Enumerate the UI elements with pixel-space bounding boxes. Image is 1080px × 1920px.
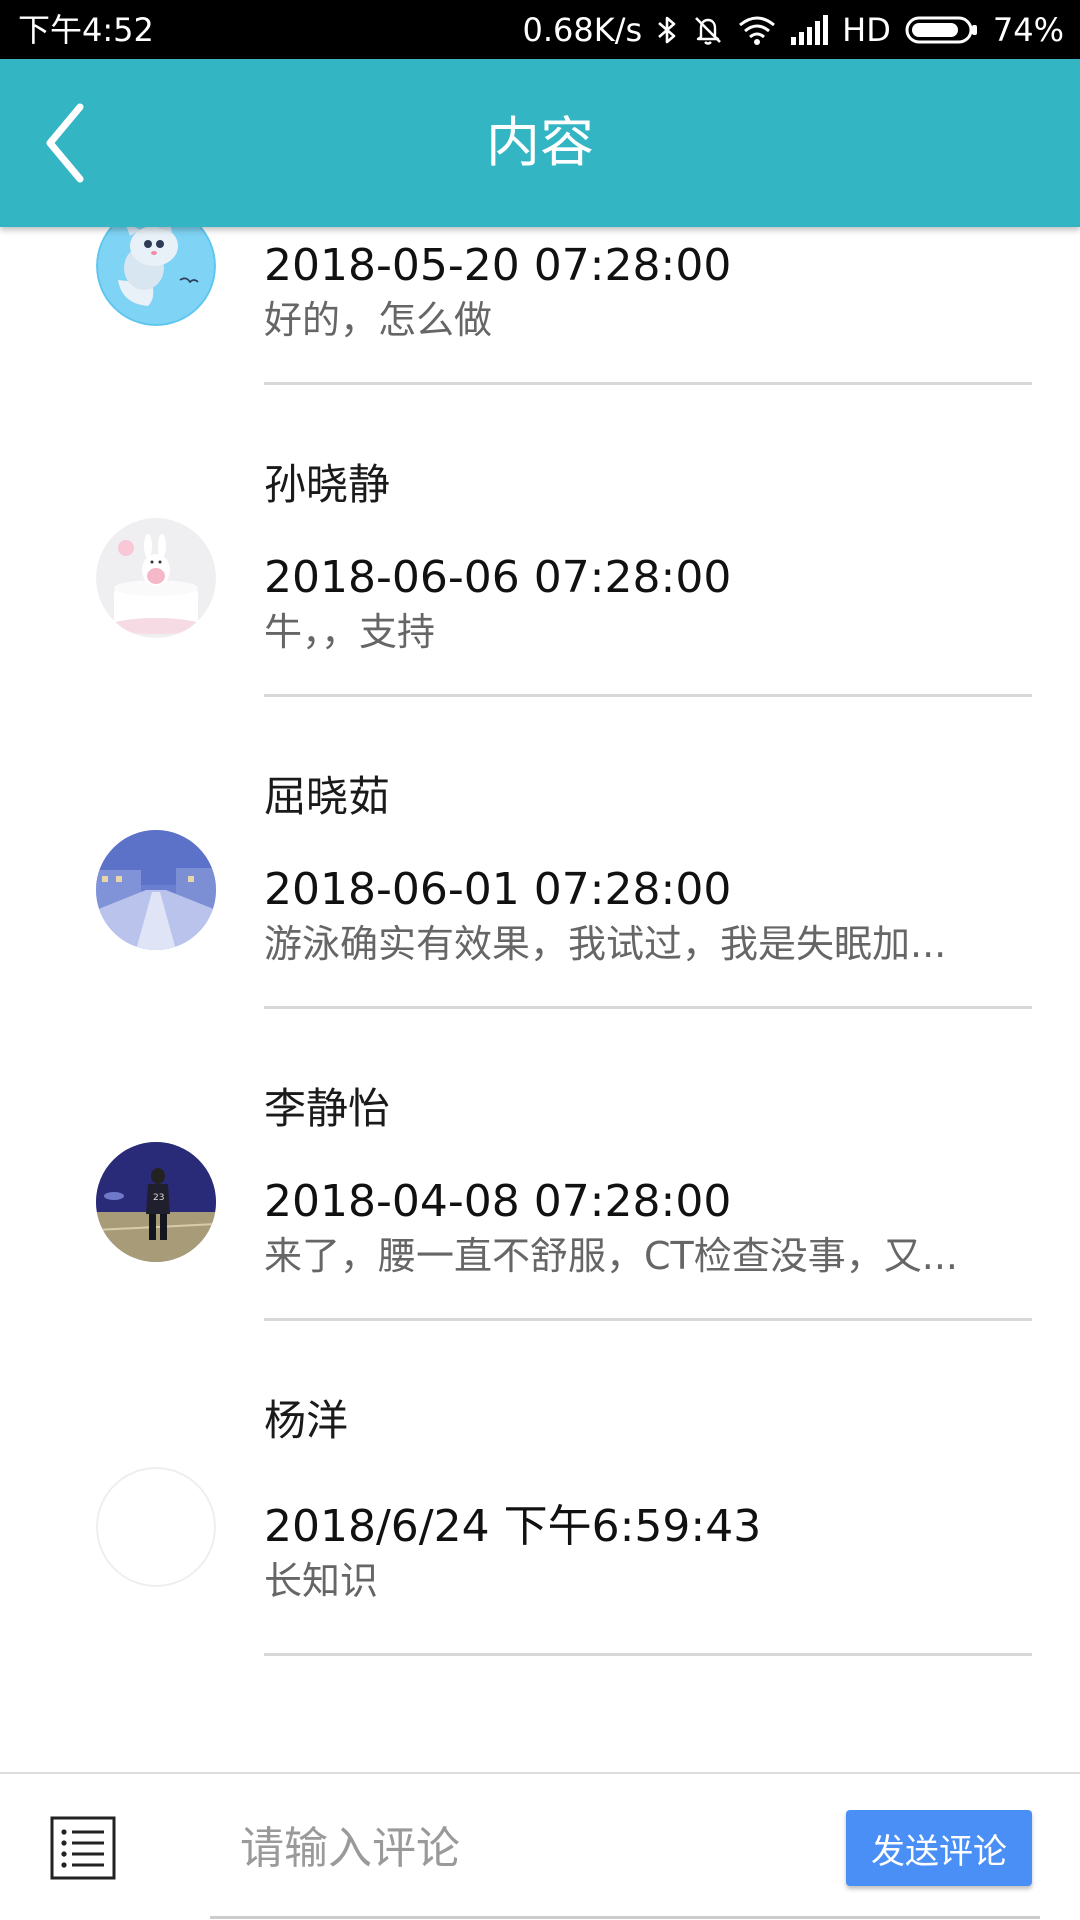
blank-avatar[interactable] <box>96 1467 216 1587</box>
input-underline <box>210 1916 1040 1919</box>
comment-input-bar: 发送评论 <box>0 1772 1080 1920</box>
cartoon-cat-avatar[interactable] <box>96 227 216 326</box>
comment-time: 2018-04-08 07:28:00 <box>264 1176 732 1227</box>
comment-author: 杨洋 <box>264 1396 349 1445</box>
comment-item[interactable]: 于福 2018-05-20 07:28:00 好的，怎么做 <box>0 227 1080 457</box>
comment-text: 好的，怎么做 <box>264 298 493 342</box>
status-indicators: 0.68K/s HD 74% <box>522 10 1064 50</box>
battery-level: 74% <box>992 11 1064 49</box>
battery-icon <box>905 15 979 45</box>
divider <box>264 1653 1032 1656</box>
comment-text: 游泳确实有效果，我试过，我是失眠加... <box>264 922 947 966</box>
divider <box>264 1006 1032 1009</box>
signal-icon <box>790 15 829 45</box>
comment-text: 长知识 <box>264 1559 379 1603</box>
comment-item[interactable]: 杨洋 2018/6/24 下午6:59:43 长知识 <box>0 1393 1080 1705</box>
svg-text:23: 23 <box>153 1193 164 1203</box>
comment-item[interactable]: 23 李静怡 2018-04-08 07:28:00 来了，腰一直不舒服，CT检… <box>0 1081 1080 1393</box>
list-menu-icon <box>50 1816 116 1880</box>
comment-author: 孙晓静 <box>264 460 391 509</box>
mute-bell-icon <box>692 14 724 46</box>
network-type: HD <box>842 11 891 49</box>
divider <box>264 694 1032 697</box>
divider <box>264 382 1032 385</box>
send-comment-button[interactable]: 发送评论 <box>846 1810 1032 1886</box>
page-title: 内容 <box>486 111 594 174</box>
comment-list[interactable]: 于福 2018-05-20 07:28:00 好的，怎么做 孙晓静 2018-0 <box>0 227 1080 1772</box>
comments-screen: 下午4:52 0.68K/s HD 74% 内容 2018-05-20 07:2… <box>0 0 1080 1920</box>
comment-author: 屈晓茹 <box>264 772 391 821</box>
comment-input[interactable] <box>230 1808 810 1888</box>
comment-time: 2018-05-20 07:28:00 <box>264 240 732 291</box>
bunny-cake-avatar[interactable] <box>96 518 216 638</box>
comment-item[interactable]: 屈晓茹 2018-06-01 07:28:00 游泳确实有效果，我试过，我是失眠… <box>0 769 1080 1081</box>
snowy-street-avatar[interactable] <box>96 830 216 950</box>
comment-time: 2018/6/24 下午6:59:43 <box>264 1501 762 1552</box>
comment-time: 2018-06-06 07:28:00 <box>264 552 732 603</box>
divider <box>264 1318 1032 1321</box>
comment-item[interactable]: 孙晓静 2018-06-06 07:28:00 牛，，支持 <box>0 457 1080 769</box>
status-time: 下午4:52 <box>18 11 154 49</box>
bluetooth-icon <box>656 14 678 46</box>
comment-text: 来了，腰一直不舒服，CT检查没事，又... <box>264 1234 958 1278</box>
night-court-avatar[interactable]: 23 <box>96 1142 216 1262</box>
list-menu-button[interactable] <box>50 1816 116 1880</box>
comment-time: 2018-06-01 07:28:00 <box>264 864 732 915</box>
comment-text: 牛，，支持 <box>264 610 436 654</box>
comment-author: 李静怡 <box>264 1084 391 1133</box>
wifi-icon <box>738 14 776 46</box>
app-bar: 内容 <box>0 59 1080 227</box>
status-bar: 下午4:52 0.68K/s HD 74% <box>0 0 1080 59</box>
network-speed: 0.68K/s <box>522 11 643 49</box>
